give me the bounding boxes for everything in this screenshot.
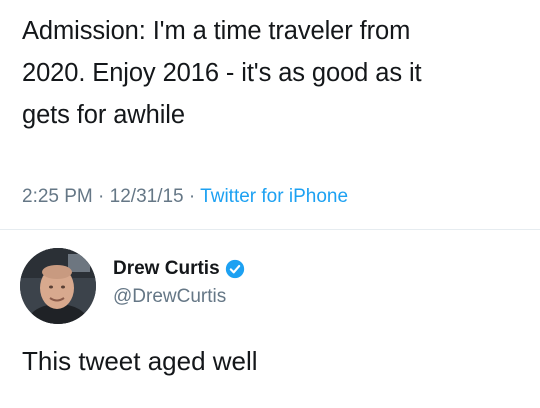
quoted-tweet-line-2: 2020. Enjoy 2016 - it's as good as it bbox=[22, 59, 422, 87]
meta-separator-1: · bbox=[92, 186, 110, 207]
tweet-time[interactable]: 2:25 PM bbox=[22, 186, 93, 207]
reply-tweet-text: This tweet aged well bbox=[22, 346, 258, 376]
tweet-source-link[interactable]: Twitter for iPhone bbox=[200, 186, 348, 207]
quoted-tweet-line-3: gets for awhile bbox=[22, 101, 185, 129]
quoted-tweet-line-1: Admission: I'm a time traveler from bbox=[22, 17, 411, 45]
avatar-photo bbox=[20, 248, 96, 324]
author-name-text: Drew Curtis bbox=[113, 258, 220, 279]
avatar[interactable] bbox=[20, 248, 96, 324]
author-name[interactable]: Drew Curtis bbox=[113, 258, 245, 280]
tweet-meta: 2:25 PM · 12/31/15 · Twitter for iPhone bbox=[22, 186, 348, 208]
author-handle[interactable]: @DrewCurtis bbox=[113, 286, 226, 308]
divider bbox=[0, 229, 540, 230]
tweet-date[interactable]: 12/31/15 bbox=[110, 186, 184, 207]
verified-badge-icon bbox=[225, 259, 244, 279]
quoted-tweet-text: Admission: I'm a time traveler from 2020… bbox=[22, 10, 527, 136]
meta-separator-2: · bbox=[183, 186, 201, 207]
